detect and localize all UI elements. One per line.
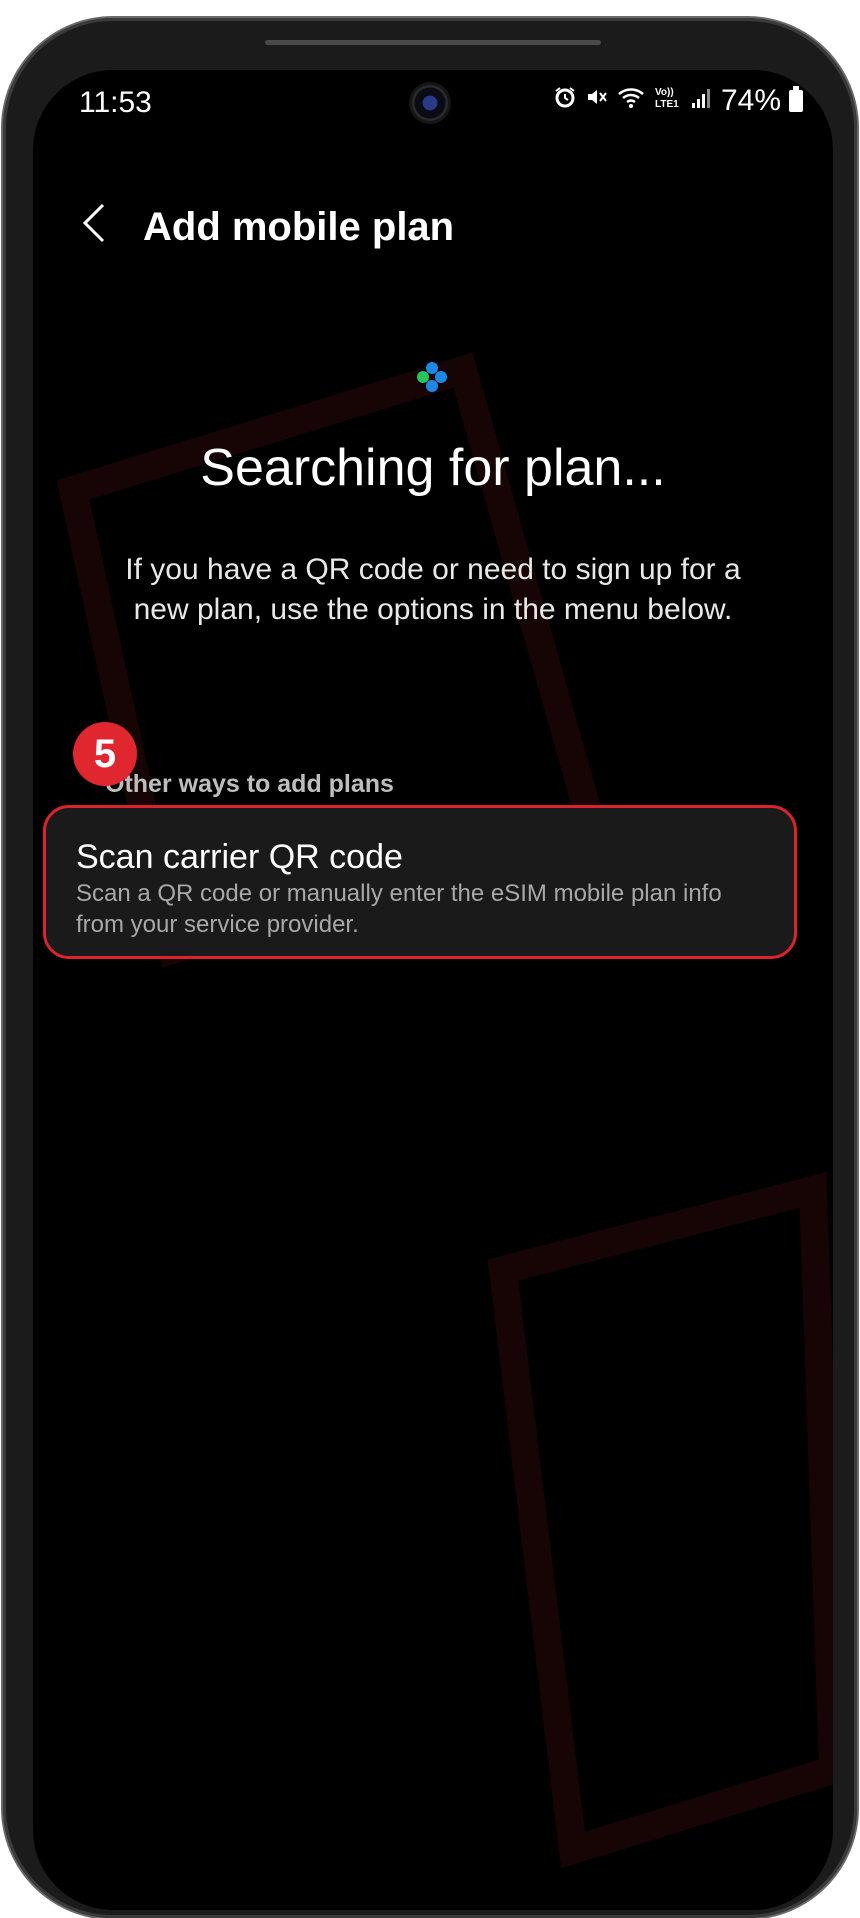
loading-spinner-icon (417, 362, 447, 392)
battery-icon (789, 86, 803, 112)
alarm-icon (553, 85, 577, 117)
section-label: Other ways to add plans (105, 770, 394, 798)
status-icons: Vo)) LTE1 74% (553, 84, 803, 118)
app-header: Add mobile plan (33, 175, 833, 275)
volte-icon: Vo)) LTE1 (653, 84, 683, 118)
status-bar: 11:53 Vo)) LTE1 74% (33, 70, 833, 140)
phone-top-edge (265, 40, 601, 45)
scan-qr-code-option[interactable]: Scan carrier QR code Scan a QR code or m… (43, 805, 797, 959)
svg-text:LTE1: LTE1 (655, 99, 679, 110)
chevron-left-icon (82, 203, 105, 243)
front-camera (412, 85, 448, 121)
back-button[interactable] (75, 193, 115, 253)
searching-heading: Searching for plan... (200, 439, 666, 497)
phone-frame: 11:53 Vo)) LTE1 74% Add mobile plan Sear… (3, 18, 857, 1918)
searching-description: If you have a QR code or need to sign up… (125, 553, 741, 626)
option-title: Scan carrier QR code (76, 838, 403, 876)
status-time: 11:53 (79, 86, 152, 119)
screen: 11:53 Vo)) LTE1 74% Add mobile plan Sear… (33, 70, 833, 1910)
svg-text:Vo)): Vo)) (655, 87, 674, 98)
page-title: Add mobile plan (143, 205, 455, 249)
signal-icon (691, 85, 713, 117)
watermark-logo (56, 352, 833, 1869)
battery-percent: 74% (720, 84, 781, 117)
option-subtitle: Scan a QR code or manually enter the eSI… (76, 880, 722, 938)
step-badge: 5 (73, 722, 137, 786)
mute-icon (585, 85, 609, 117)
wifi-icon (617, 85, 645, 117)
